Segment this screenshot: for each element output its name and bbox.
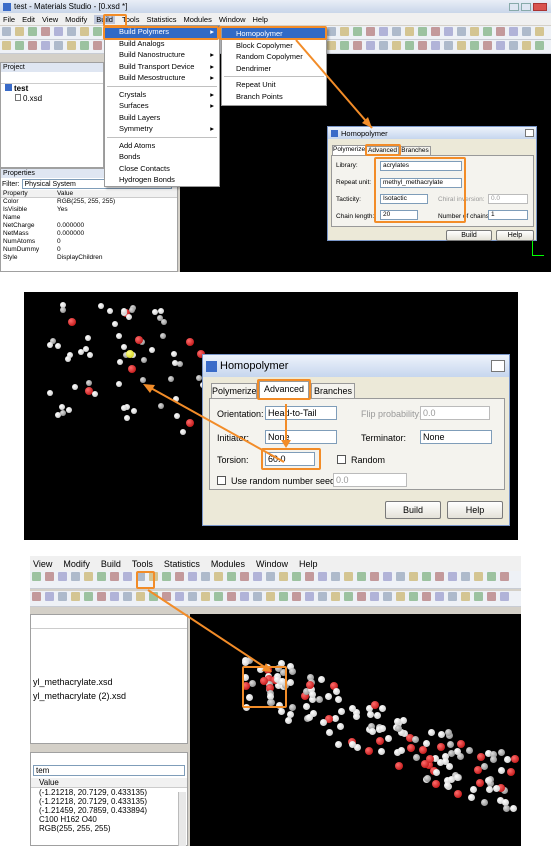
highlight-polymer-chain	[242, 666, 287, 708]
arrow-annotation-1	[295, 39, 373, 129]
panel-homopolymer-advanced: Homopolymer Polymerize Advanced Branches…	[24, 292, 518, 540]
panel-materials-studio-result: View Modify Build Tools Statistics Modules Win…	[30, 556, 521, 846]
arrow-annotation-2	[143, 384, 291, 463]
panel-materials-studio-build-menu: test - Materials Studio - [0.xsd *] File…	[0, 0, 551, 272]
